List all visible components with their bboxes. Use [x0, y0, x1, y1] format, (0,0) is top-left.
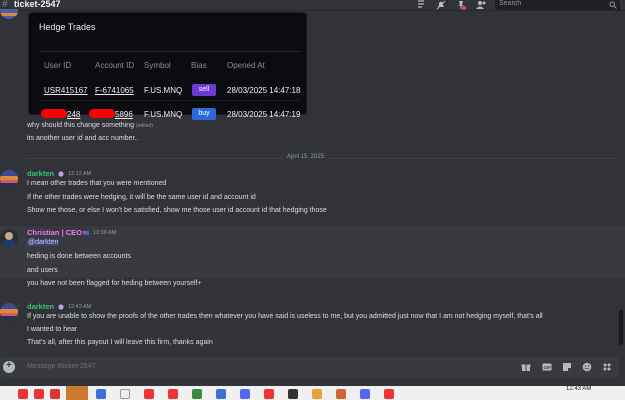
- taskbar-app-icon[interactable]: [264, 389, 274, 399]
- message-line: heding is done between accounts: [27, 253, 131, 260]
- column-header: Bias: [191, 61, 207, 70]
- taskbar-app-icon[interactable]: [192, 389, 202, 399]
- author-name[interactable]: darkten: [27, 169, 54, 178]
- taskbar-clock[interactable]: 12:43 AM: [566, 386, 591, 392]
- account-id-cell: F-6741065: [95, 86, 134, 95]
- message-line: If you are unable to show the proofs of …: [27, 313, 543, 320]
- taskbar-app-icon[interactable]: [384, 389, 394, 399]
- avatar[interactable]: [0, 303, 18, 321]
- divider: [39, 51, 301, 52]
- message-line: That's all, after this payout I will lea…: [27, 339, 213, 346]
- role-icon: [58, 171, 64, 177]
- message-line: why should this change something (edited…: [27, 122, 153, 129]
- message-line: you have not been flagged for heding bet…: [27, 280, 202, 287]
- gift-icon[interactable]: [521, 362, 531, 372]
- author-name[interactable]: darkten: [27, 302, 54, 311]
- column-header: Account ID: [95, 61, 135, 70]
- message-timestamp: 12:43 AM: [68, 304, 92, 310]
- trades-title: Hedge Trades: [39, 22, 96, 32]
- flag-icon: [83, 231, 89, 235]
- os-taskbar: 12:43 AM: [0, 386, 625, 400]
- bias-buy-badge: buy: [192, 108, 216, 120]
- taskbar-app-icon[interactable]: [336, 389, 346, 399]
- account-id-cell: 5896: [115, 110, 133, 119]
- channel-title: ticket-2547: [14, 0, 61, 9]
- user-mention[interactable]: @darkten: [27, 239, 60, 246]
- gif-icon[interactable]: GIF: [542, 362, 552, 372]
- column-header: Opened At: [227, 61, 265, 70]
- column-header: Symbol: [144, 61, 171, 70]
- user-id-cell: USR415167: [44, 86, 88, 95]
- composer-placeholder: Message #ticket-2547: [27, 363, 96, 370]
- message-timestamp: 12:39 AM: [93, 230, 117, 236]
- message-line: its another user id and acc number..: [27, 135, 139, 142]
- taskbar-app-icon[interactable]: [144, 389, 154, 399]
- scrollbar[interactable]: [619, 310, 623, 345]
- taskbar-app-icon[interactable]: [34, 389, 44, 399]
- taskbar-app-icon[interactable]: [120, 389, 130, 399]
- symbol-cell: F.US.MNQ: [144, 110, 183, 119]
- avatar[interactable]: [0, 9, 18, 19]
- message-line: Show me those, or else I won't be satisf…: [27, 207, 327, 214]
- notification-bell-icon[interactable]: [436, 0, 446, 10]
- member-list-icon[interactable]: [476, 0, 486, 10]
- avatar[interactable]: [0, 229, 18, 247]
- date-divider-label: April 15, 2025: [283, 154, 329, 160]
- edited-label: (edited): [135, 123, 153, 129]
- search-input[interactable]: Search: [495, 0, 620, 10]
- user-id-cell: 248: [67, 110, 81, 119]
- bias-sell-badge: sell: [192, 84, 216, 96]
- avatar[interactable]: [0, 170, 18, 188]
- taskbar-app-icon[interactable]: [312, 389, 322, 399]
- taskbar-app-icon[interactable]: [168, 389, 178, 399]
- opened-at-cell: 28/03/2025 14:47:19: [227, 110, 301, 119]
- message-timestamp: 12:12 AM: [68, 171, 92, 177]
- add-attachment-button[interactable]: +: [3, 360, 15, 373]
- channel-header: # ticket-2547 Search: [0, 0, 625, 11]
- apps-icon[interactable]: [602, 362, 612, 372]
- taskbar-app-icon[interactable]: [216, 389, 226, 399]
- hedge-trades-image[interactable]: Hedge Trades User ID Account ID Symbol B…: [28, 12, 307, 120]
- opened-at-cell: 28/03/2025 14:47:18: [227, 86, 301, 95]
- symbol-cell: F.US.MNQ: [144, 86, 183, 95]
- role-icon: [58, 304, 64, 310]
- message-line: I mean other trades that you were mentio…: [27, 180, 167, 187]
- svg-text:GIF: GIF: [544, 365, 552, 370]
- taskbar-app-icon[interactable]: [66, 386, 88, 400]
- divider: [39, 100, 301, 101]
- taskbar-app-icon[interactable]: [96, 389, 106, 399]
- taskbar-app-icon[interactable]: [18, 389, 28, 399]
- pinned-messages-icon[interactable]: [456, 0, 466, 10]
- taskbar-app-icon[interactable]: [288, 389, 298, 399]
- message-line: If the other trades were hedging, it wil…: [27, 194, 256, 201]
- emoji-icon[interactable]: [582, 362, 592, 372]
- message-line: and users: [27, 267, 58, 274]
- redaction-mark: [89, 109, 115, 118]
- message-composer[interactable]: + Message #ticket-2547 GIF: [0, 357, 619, 377]
- taskbar-app-icon[interactable]: [50, 389, 60, 399]
- threads-icon[interactable]: [416, 0, 426, 10]
- message-line: I wanted to hear: [27, 326, 78, 333]
- search-icon: [609, 1, 617, 9]
- sticker-icon[interactable]: [562, 362, 572, 372]
- search-placeholder: Search: [499, 0, 522, 7]
- plus-icon: +: [6, 360, 12, 371]
- redaction-mark: [41, 109, 67, 118]
- column-header: User ID: [44, 61, 72, 70]
- author-name[interactable]: Christian | CEO: [27, 228, 82, 237]
- taskbar-app-icon[interactable]: [360, 389, 370, 399]
- taskbar-app-icon[interactable]: [240, 389, 250, 399]
